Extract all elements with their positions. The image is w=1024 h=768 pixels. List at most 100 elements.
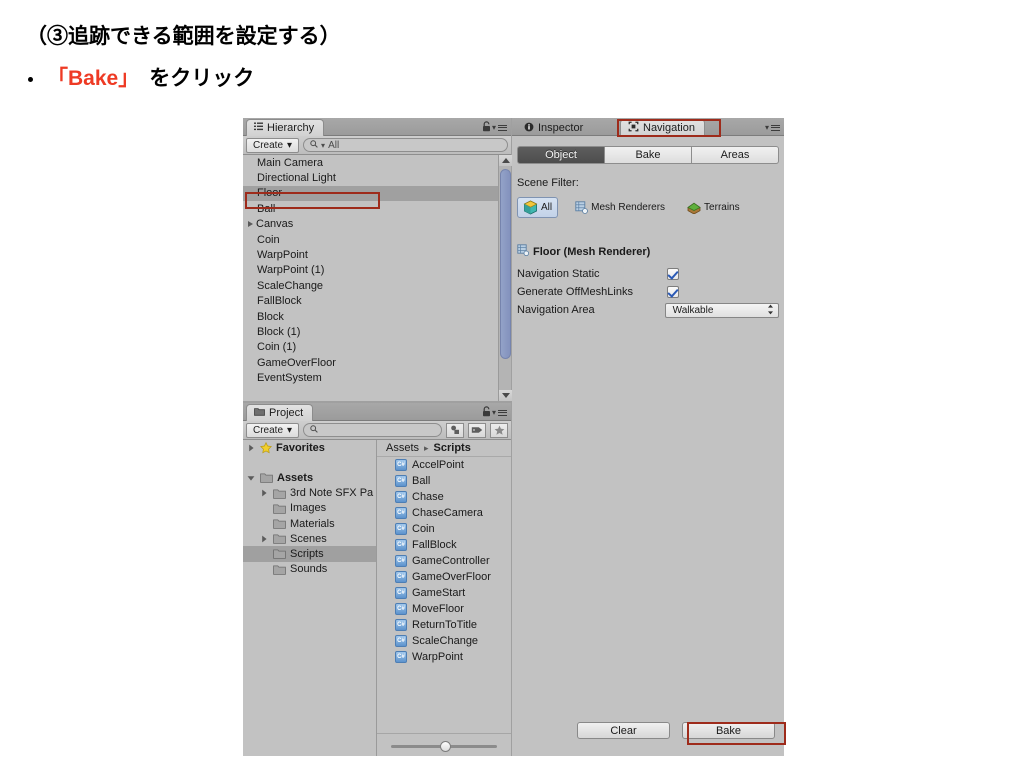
scroll-up-icon[interactable]: [499, 155, 512, 166]
project-folder-tree[interactable]: Favorites Assets 3rd Note SFX Pa Images Mate…: [243, 440, 376, 756]
tab-hierarchy-label: Hierarchy: [267, 122, 315, 134]
breadcrumb-item[interactable]: Scripts: [434, 442, 471, 454]
bake-button[interactable]: Bake: [682, 722, 775, 739]
project-search-input[interactable]: [303, 423, 442, 437]
hierarchy-item-label: Floor: [257, 187, 283, 200]
cube-icon: [523, 200, 538, 215]
hierarchy-list[interactable]: Main Camera Directional Light Floor Ball Can…: [243, 155, 498, 401]
asset-item[interactable]: C# GameController: [377, 553, 511, 569]
favorite-star-icon[interactable]: [490, 422, 508, 438]
zoom-slider-knob[interactable]: [440, 740, 451, 752]
hierarchy-item[interactable]: WarpPoint (1): [243, 263, 498, 278]
asset-item[interactable]: C# GameStart: [377, 585, 511, 601]
hierarchy-item[interactable]: WarpPoint: [243, 247, 498, 262]
scene-filter-all[interactable]: All: [517, 197, 559, 218]
asset-item[interactable]: C# MoveFloor: [377, 601, 511, 617]
asset-item[interactable]: C# GameOverFloor: [377, 569, 511, 585]
hierarchy-tabstrip: Hierarchy ▾: [243, 118, 511, 136]
project-tree-label: Images: [290, 502, 327, 515]
scene-filter-row[interactable]: All Mesh Renderers Terrains: [517, 197, 745, 218]
mesh-renderer-icon: [575, 201, 589, 214]
expand-arrow-icon[interactable]: [260, 535, 269, 543]
navigation-mode-tabs[interactable]: Object Bake Areas: [517, 146, 779, 164]
tab-navigation[interactable]: Navigation: [620, 119, 705, 136]
tab-project[interactable]: Project: [246, 404, 314, 421]
scene-filter-terrains[interactable]: Terrains: [682, 199, 745, 216]
csharp-script-icon: C#: [395, 651, 407, 663]
lock-icon[interactable]: [482, 121, 491, 135]
asset-item[interactable]: C# ReturnToTitle: [377, 617, 511, 633]
hierarchy-create-label: Create: [253, 139, 284, 151]
project-tree-item[interactable]: Scripts: [243, 546, 376, 562]
expand-arrow-icon[interactable]: [247, 474, 256, 482]
project-statusbar: [377, 733, 511, 756]
hierarchy-item[interactable]: Main Camera: [243, 155, 498, 170]
asset-zoom-slider[interactable]: [391, 739, 497, 753]
hierarchy-item[interactable]: FallBlock: [243, 294, 498, 309]
project-tree-item[interactable]: Materials: [243, 516, 376, 531]
property-checkbox[interactable]: [667, 286, 679, 298]
breadcrumb-item[interactable]: Assets: [386, 442, 419, 454]
expand-arrow-icon[interactable]: [247, 444, 256, 452]
mode-tab-object[interactable]: Object: [517, 146, 605, 164]
project-tree-item[interactable]: Favorites: [243, 440, 376, 455]
csharp-script-icon: C#: [395, 571, 407, 583]
inspector-body: Object Bake Areas Scene Filter: All Mesh Re…: [512, 136, 784, 756]
hierarchy-item[interactable]: Canvas: [243, 217, 498, 232]
asset-item[interactable]: C# Ball: [377, 473, 511, 489]
hierarchy-item[interactable]: GameOverFloor: [243, 355, 498, 370]
clear-button[interactable]: Clear: [577, 722, 670, 739]
panel-menu-icon[interactable]: ▾: [492, 123, 507, 132]
hierarchy-item-label: ScaleChange: [257, 279, 324, 292]
mode-tab-bake[interactable]: Bake: [605, 146, 692, 164]
property-checkbox[interactable]: [667, 268, 679, 280]
inspector-tabstrip: Inspector Navigation ▾: [512, 118, 784, 136]
asset-item[interactable]: C# Chase: [377, 489, 511, 505]
lock-icon[interactable]: [482, 406, 491, 420]
hierarchy-item[interactable]: Directional Light: [243, 170, 498, 185]
project-tree-item[interactable]: Scenes: [243, 531, 376, 546]
hierarchy-scrollbar[interactable]: [498, 155, 512, 401]
label-filter-icon[interactable]: [468, 422, 486, 438]
project-tree-item[interactable]: Images: [243, 501, 376, 516]
navigation-area-dropdown[interactable]: Walkable: [664, 302, 779, 318]
csharp-script-icon: C#: [395, 459, 407, 471]
hierarchy-item[interactable]: Ball: [243, 201, 498, 216]
navigation-footer-buttons[interactable]: Clear Bake: [577, 722, 775, 739]
hierarchy-item[interactable]: Block: [243, 309, 498, 324]
expand-arrow-icon[interactable]: [248, 221, 253, 228]
scene-filter-mesh-renderers[interactable]: Mesh Renderers: [570, 199, 670, 216]
asset-item[interactable]: C# Coin: [377, 521, 511, 537]
hierarchy-create-button[interactable]: Create ▾: [246, 137, 300, 153]
tab-inspector[interactable]: Inspector: [516, 119, 593, 136]
hierarchy-item[interactable]: EventSystem: [243, 370, 498, 385]
search-icon: [310, 139, 318, 151]
asset-list[interactable]: C# AccelPoint C# Ball C# Chase C# ChaseCamera C#…: [377, 457, 511, 729]
asset-label: GameStart: [412, 587, 466, 599]
asset-item[interactable]: C# ChaseCamera: [377, 505, 511, 521]
hierarchy-scroll-thumb[interactable]: [500, 169, 511, 359]
asset-item[interactable]: C# ScaleChange: [377, 633, 511, 649]
project-tree-item[interactable]: 3rd Note SFX Pa: [243, 486, 376, 501]
project-tree-item[interactable]: Assets: [243, 470, 376, 485]
hierarchy-item[interactable]: Coin (1): [243, 340, 498, 355]
project-create-button[interactable]: Create ▾: [246, 422, 300, 438]
hierarchy-item[interactable]: Floor: [243, 185, 498, 202]
panel-menu-icon[interactable]: ▾: [765, 123, 780, 132]
asset-item[interactable]: C# FallBlock: [377, 537, 511, 553]
breadcrumb[interactable]: Assets ▸ Scripts: [377, 440, 511, 457]
mode-tab-areas[interactable]: Areas: [692, 146, 779, 164]
tab-hierarchy[interactable]: Hierarchy: [246, 119, 325, 136]
hierarchy-item[interactable]: Coin: [243, 232, 498, 247]
panel-menu-icon[interactable]: ▾: [492, 408, 507, 417]
scroll-down-icon[interactable]: [499, 390, 512, 401]
type-filter-icon[interactable]: [446, 422, 464, 438]
hierarchy-item[interactable]: Block (1): [243, 324, 498, 339]
hierarchy-search-input[interactable]: ▾ All: [303, 138, 508, 152]
asset-item[interactable]: C# WarpPoint: [377, 649, 511, 665]
asset-item[interactable]: C# AccelPoint: [377, 457, 511, 473]
asset-label: ScaleChange: [412, 635, 479, 647]
project-tree-item[interactable]: Sounds: [243, 562, 376, 577]
hierarchy-item[interactable]: ScaleChange: [243, 278, 498, 293]
expand-arrow-icon[interactable]: [260, 489, 269, 497]
